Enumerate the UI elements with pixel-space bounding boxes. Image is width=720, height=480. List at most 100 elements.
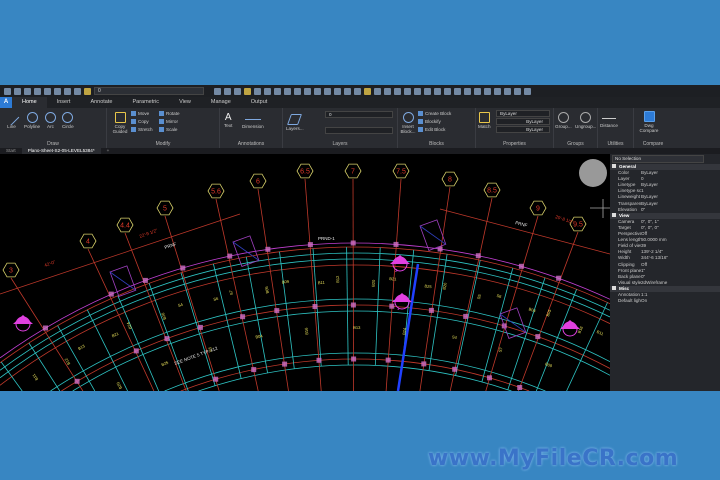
- circle-button[interactable]: Circle: [62, 112, 74, 129]
- tool-icon[interactable]: [464, 87, 471, 95]
- dimension-button[interactable]: Dimension: [242, 114, 264, 129]
- collapse-icon[interactable]: [612, 285, 616, 290]
- copy-button[interactable]: Copy: [131, 119, 149, 124]
- layer-select[interactable]: 0: [325, 111, 393, 118]
- move-button[interactable]: Move: [131, 111, 149, 116]
- tool-icon[interactable]: [244, 87, 251, 95]
- tool-icon[interactable]: [424, 87, 431, 95]
- tool-icon[interactable]: [344, 87, 351, 95]
- stretch-button[interactable]: Stretch: [131, 127, 153, 132]
- collapse-icon[interactable]: [612, 212, 616, 217]
- beam-label: S7: [497, 346, 503, 353]
- property-value[interactable]: 2dWireframe: [641, 280, 720, 286]
- tool-icon[interactable]: [454, 87, 461, 95]
- text-button[interactable]: A Text: [224, 112, 232, 128]
- grid-line: [485, 215, 539, 391]
- group-button[interactable]: Group...: [555, 112, 572, 129]
- layer-on-icon[interactable]: [84, 87, 91, 95]
- tool-icon[interactable]: [474, 87, 481, 95]
- selection-dropdown[interactable]: No Selection: [612, 155, 704, 163]
- line-button[interactable]: Line: [3, 109, 20, 129]
- open-icon[interactable]: [14, 87, 21, 95]
- layers-button[interactable]: Layers...: [286, 114, 304, 131]
- undo-icon[interactable]: [64, 87, 71, 95]
- dwg-compare-button[interactable]: Dwg Compare: [638, 111, 660, 133]
- tab-insert[interactable]: Insert: [47, 97, 81, 108]
- tool-icon[interactable]: [314, 87, 321, 95]
- tab-parametric[interactable]: Parametric: [122, 97, 169, 108]
- tool-icon[interactable]: [494, 87, 501, 95]
- app-menu-button[interactable]: A: [0, 97, 12, 108]
- tab-annotate[interactable]: Annotate: [80, 97, 122, 108]
- scale-button[interactable]: Scale: [159, 127, 178, 132]
- match-button[interactable]: Match: [478, 112, 491, 129]
- lineweight-select[interactable]: ByLayer: [496, 126, 550, 133]
- layer-state-select[interactable]: [325, 127, 393, 134]
- plot-icon[interactable]: [54, 87, 61, 95]
- tool-icon[interactable]: [514, 87, 521, 95]
- tool-icon[interactable]: [304, 87, 311, 95]
- arc-button[interactable]: Arc: [45, 112, 56, 129]
- tool-icon[interactable]: [334, 87, 341, 95]
- tool-icon[interactable]: [524, 87, 531, 95]
- create-block-button[interactable]: Create Block: [418, 111, 451, 116]
- property-value[interactable]: 0": [641, 207, 720, 213]
- tool-icon[interactable]: [404, 87, 411, 95]
- tab-manage[interactable]: Manage: [201, 97, 241, 108]
- tool-icon[interactable]: [324, 87, 331, 95]
- tool-icon[interactable]: [214, 87, 221, 95]
- tab-view[interactable]: View: [169, 97, 201, 108]
- tool-icon[interactable]: [384, 87, 391, 95]
- property-value[interactable]: On: [641, 298, 720, 304]
- tab-home[interactable]: Home: [12, 97, 47, 108]
- tool-icon[interactable]: [284, 87, 291, 95]
- redo-icon[interactable]: [74, 87, 81, 95]
- insert-block-label: Insert Block...: [400, 124, 416, 134]
- blockify-button[interactable]: Blockify: [418, 119, 441, 124]
- ungroup-button[interactable]: Ungroup...: [575, 112, 596, 129]
- tool-icon[interactable]: [234, 87, 241, 95]
- linetype-select[interactable]: ByLayer: [496, 118, 550, 125]
- mirror-button[interactable]: Mirror: [159, 119, 178, 124]
- save-as-icon[interactable]: [34, 87, 41, 95]
- tool-icon[interactable]: [364, 87, 371, 95]
- edit-block-button[interactable]: Edit Block: [418, 127, 445, 132]
- beam-label: B26: [160, 311, 167, 320]
- grid-line: [257, 188, 289, 391]
- tool-icon[interactable]: [394, 87, 401, 95]
- tool-icon[interactable]: [504, 87, 511, 95]
- copy-guided-button[interactable]: Copy Guided: [111, 112, 129, 134]
- color-select[interactable]: ByLayer: [496, 110, 550, 117]
- tool-icon[interactable]: [254, 87, 261, 95]
- tool-icon[interactable]: [354, 87, 361, 95]
- beam-label: S4: [452, 334, 459, 340]
- utilities-group: Distance Utilities: [598, 108, 634, 148]
- tool-icon[interactable]: [414, 87, 421, 95]
- drawing-canvas[interactable]: 3 4 4.4 5 5.6 6 6.5 7 7.5 8 8.5 9 9.5 B11 B12 B13 B20 B21…: [0, 154, 610, 391]
- new-icon[interactable]: [4, 87, 11, 95]
- tool-icon[interactable]: [374, 87, 381, 95]
- tool-icon[interactable]: [434, 87, 441, 95]
- beam-line: [507, 277, 546, 390]
- print-icon[interactable]: [44, 87, 51, 95]
- column-marker: [518, 263, 524, 269]
- tool-icon[interactable]: [224, 87, 231, 95]
- tool-icon[interactable]: [484, 87, 491, 95]
- collapse-icon[interactable]: [612, 164, 616, 168]
- tab-output[interactable]: Output: [241, 97, 278, 108]
- property-row[interactable]: Default lightsOn: [610, 298, 720, 304]
- distance-button[interactable]: Distance: [600, 114, 618, 128]
- beam-label: B16: [304, 327, 310, 335]
- insert-block-button[interactable]: Insert Block...: [400, 112, 416, 134]
- ungroup-label: Ungroup...: [575, 124, 597, 129]
- tool-icon[interactable]: [444, 87, 451, 95]
- tool-icon[interactable]: [294, 87, 301, 95]
- polyline-button[interactable]: Polyline: [24, 112, 40, 129]
- rotate-button[interactable]: Rotate: [159, 111, 180, 116]
- beam-label: B11: [596, 329, 605, 337]
- save-icon[interactable]: [24, 87, 31, 95]
- tool-icon[interactable]: [264, 87, 271, 95]
- tool-icon[interactable]: [274, 87, 281, 95]
- layer-dropdown[interactable]: 0: [94, 87, 204, 95]
- cad-drawing[interactable]: 3 4 4.4 5 5.6 6 6.5 7 7.5 8 8.5 9 9.5 B11 B12 B13 B20 B21…: [0, 154, 610, 391]
